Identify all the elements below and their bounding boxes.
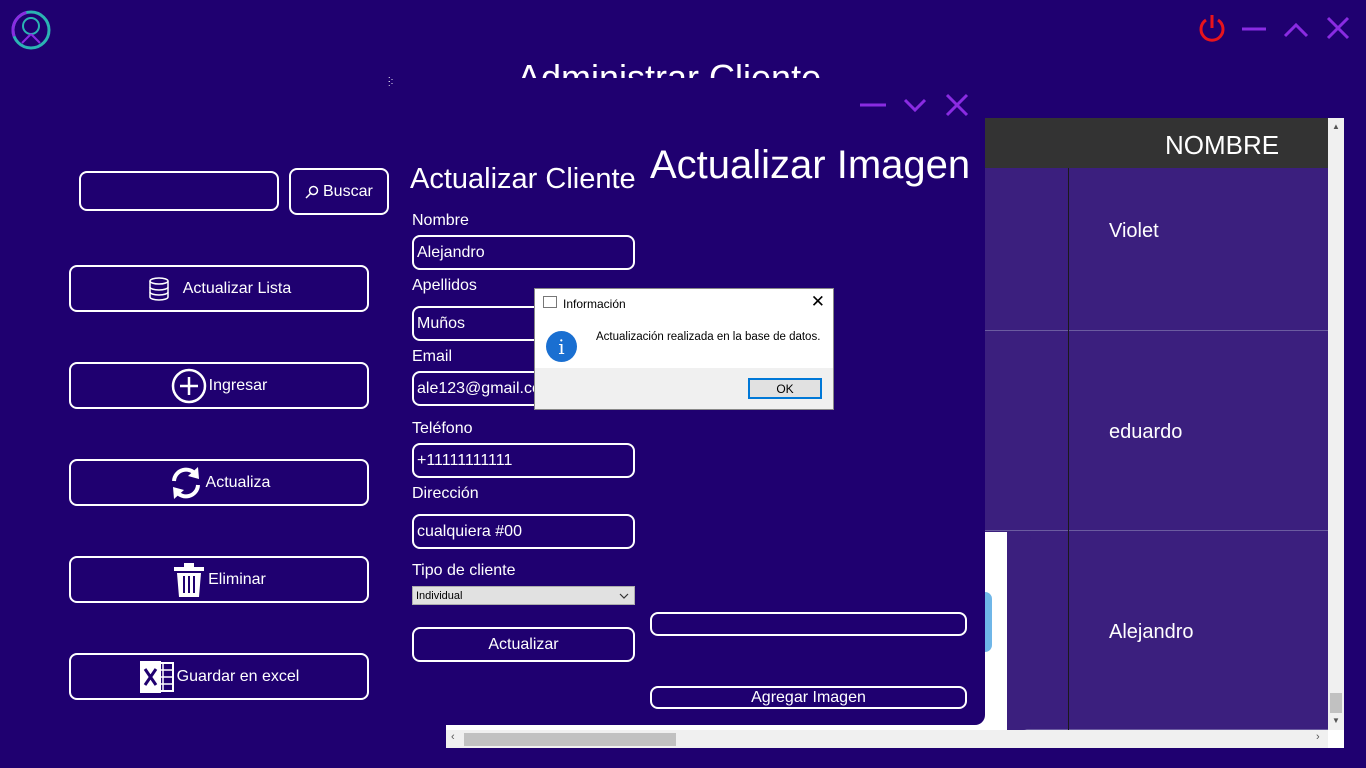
horizontal-scrollbar[interactable]: ‹ › [446,730,1328,748]
refresh-list-button[interactable]: Actualizar Lista [69,265,369,312]
maximize-icon[interactable] [1282,12,1310,44]
tipo-cliente-label: Tipo de cliente [412,562,516,579]
scroll-thumb[interactable] [1330,693,1342,713]
table-header-nombre[interactable]: NOMBRE [985,118,1328,168]
database-icon [149,276,169,301]
add-client-label: Ingresar [208,376,268,394]
plus-circle-icon [171,368,206,403]
tipo-cliente-value: Individual [416,589,463,602]
column-divider [1068,531,1069,730]
dialog-collapse-icon[interactable] [902,95,928,115]
scroll-thumb[interactable] [464,733,676,746]
info-message-box: Información ✕ i Actualización realizada … [534,288,834,410]
delete-client-label: Eliminar [208,570,266,588]
message-title: Información [563,297,626,311]
update-client-label: Actualiza [205,473,271,491]
info-icon: i [546,331,577,362]
search-icon [305,185,319,199]
email-label: Email [412,348,453,365]
drag-grip-icon[interactable]: :·:· [388,75,394,88]
table-cell-nombre: Alejandro [1109,621,1194,643]
page-title: Administrar Cliente [517,58,857,78]
column-divider [1068,331,1069,531]
scroll-left-icon[interactable]: ‹ [451,731,455,743]
trash-icon [174,562,205,597]
add-image-button[interactable]: Agregar Imagen [650,686,967,709]
telefono-field[interactable]: +11111111111 [412,443,635,478]
scroll-down-icon[interactable]: ▼ [1332,716,1340,725]
direccion-field[interactable]: cualquiera #00 [412,514,635,549]
table-row[interactable]: Alejandro [985,531,1328,730]
search-button[interactable]: Buscar [289,168,389,215]
app-window-icon [543,296,557,308]
table-row[interactable]: eduardo [985,331,1328,531]
app-logo-icon [11,10,51,50]
export-excel-button[interactable]: Guardar en excel [69,653,369,700]
table-row[interactable]: Violet [985,168,1328,331]
scroll-up-icon[interactable]: ▲ [1332,122,1340,131]
close-icon[interactable] [1324,12,1352,44]
table-cell-nombre: Violet [1109,220,1159,242]
image-path-field[interactable] [650,612,967,636]
direccion-label: Dirección [412,485,479,502]
export-excel-label: Guardar en excel [176,667,300,685]
chevron-down-icon [619,593,629,599]
excel-icon [139,660,174,693]
telefono-label: Teléfono [412,420,473,437]
update-submit-button[interactable]: Actualizar [412,627,635,662]
message-close-icon[interactable]: ✕ [811,292,825,312]
nombre-field[interactable]: Alejandro [412,235,635,270]
search-button-label: Buscar [323,182,373,200]
table-header-label: NOMBRE [1165,130,1280,160]
table-cell-nombre: eduardo [1109,421,1183,443]
message-text: Actualización realizada en la base de da… [596,331,821,343]
apellidos-label: Apellidos [412,277,477,294]
delete-client-button[interactable]: Eliminar [69,556,369,603]
refresh-icon [171,466,200,499]
update-image-title: Actualizar Imagen [650,143,971,187]
vertical-scrollbar[interactable]: ▲ ▼ [1328,118,1344,730]
client-photo [985,532,1007,730]
update-client-button[interactable]: Actualiza [69,459,369,506]
ok-button[interactable]: OK [748,378,822,399]
scroll-right-icon[interactable]: › [1316,731,1320,743]
search-input[interactable] [79,171,279,211]
update-client-title: Actualizar Cliente [410,163,636,195]
refresh-list-label: Actualizar Lista [182,279,292,297]
add-client-button[interactable]: Ingresar [69,362,369,409]
dialog-minimize-icon[interactable] [858,95,888,115]
dialog-close-icon[interactable] [944,93,970,117]
power-icon[interactable] [1196,12,1228,44]
column-divider [1068,168,1069,331]
nombre-label: Nombre [412,212,469,229]
minimize-icon[interactable] [1240,12,1268,44]
tipo-cliente-select[interactable]: Individual [412,586,635,605]
